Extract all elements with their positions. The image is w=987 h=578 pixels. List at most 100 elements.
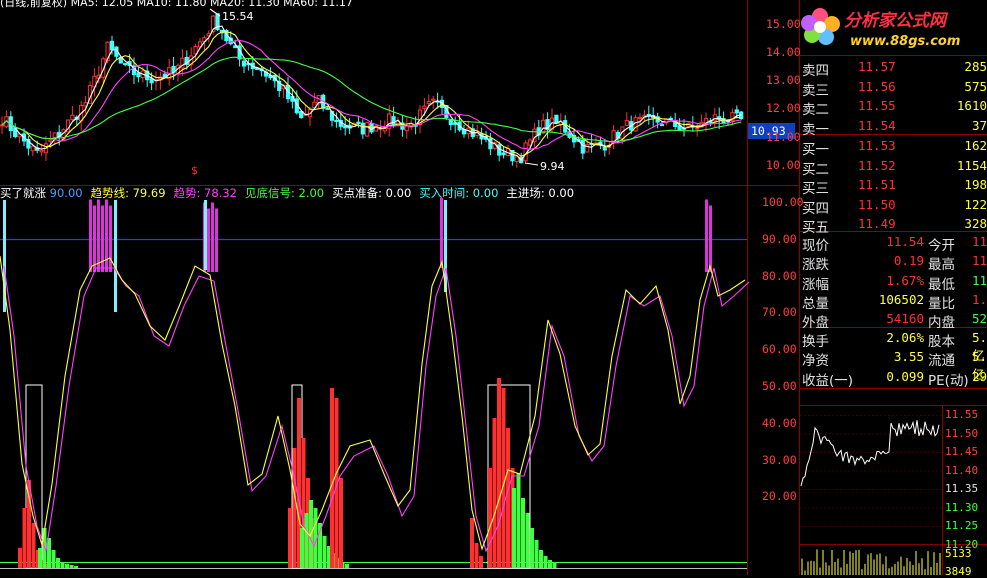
candle [501,146,506,159]
candle [114,46,119,61]
bottom-signal-bar [479,556,483,568]
candle [558,113,563,134]
bottom-signal-bar [516,473,521,568]
quote-label: 最低 [928,276,955,293]
legend-value: 2.00 [294,186,325,200]
quote-label: PE(动) [928,372,969,389]
bottom-signal-bar [530,528,534,568]
candle [307,107,313,127]
bottom-signal-bar [552,563,557,568]
quote-value: 11.54 [886,234,924,249]
quote-row: 现价 11.54 今开 11.38 [800,233,987,254]
y-tick-label: 100.00 [762,195,804,209]
ask-row: 卖三 11.56 575 [800,78,987,99]
bottom-signal-bar [501,388,506,568]
quote-row: 净资3.55流通5.17亿 [800,348,987,382]
bottom-signal-bar [51,550,56,568]
level-label: 买三 [802,181,829,197]
level-price: 11.51 [858,177,896,192]
quote-label: 流通 [928,353,955,370]
level-label: 卖一 [802,121,829,138]
y-tick-label: 14.00 [766,44,801,59]
level-price: 11.52 [858,157,896,173]
bid-row: 买一 11.53 162 [800,137,987,158]
bottom-signal-bar [38,548,42,568]
legend-item: 趋势线: 79.69 [91,186,166,200]
trend-signal-bar [215,208,218,272]
level-label: 卖三 [802,82,829,99]
candle [712,108,717,128]
quote-row: 总量 106502量比 1.21 [800,291,987,312]
quote-value: 1.21 [972,291,987,307]
volume-tick-label: 3849 [945,565,972,578]
minute-tick-label: 11.35 [945,482,979,495]
legend-value: 79.69 [128,186,166,200]
legend-label: 趋势: [173,186,201,200]
candle [646,105,651,125]
level-label: 卖二 [802,102,829,118]
candle [532,123,537,148]
legend-value: 0.00 [544,186,575,200]
quote-value: 0.099 [886,368,924,384]
legend-value: 0.00 [382,186,412,200]
legend-label: 买了就涨 [0,186,46,200]
quote-row: 收益(一) 0.099PE(动)29.1 [800,368,987,389]
legend-value: 78.32 [200,186,237,200]
candle [259,66,264,77]
quote-label: 涨幅 [802,276,829,293]
y-tick-label: 80.00 [762,268,797,283]
quote-label: 净资 [802,353,829,370]
candle [541,113,546,135]
bottom-signal-bar [525,513,530,568]
candle [695,122,700,137]
high-price-marker: 15.54 [222,10,254,23]
buy-signal-bar [204,200,207,270]
bottom-signal-bar [27,480,31,568]
trend-signal-bar [211,202,214,272]
trend-signal-bar [440,198,443,268]
legend-label: 买入时间: [419,186,470,200]
quote-row: 外盘54160内盘52342 [800,310,987,331]
level-label: 卖四 [802,63,829,79]
quote-value: 11.55 [972,253,987,269]
dollar-signal-marker: $ [191,164,198,177]
quote-value: 1.67% [886,272,924,288]
y-tick-label: 70.00 [762,305,797,320]
legend-item: 趋势: 78.32 [174,186,237,200]
level-volume: 328 [964,216,987,231]
quote-row: 涨跌 0.19最高 11.55 [800,252,987,273]
level-volume: 37 [971,117,987,133]
bottom-signal-bar [22,508,27,568]
logo-title: 分析家公式网 [844,11,946,31]
ask-row: 卖二 11.55 1610 [800,97,987,118]
quote-value: 29.1 [972,368,987,384]
quote-label: 总量 [802,295,829,312]
candle [193,43,198,61]
quote-value: 11.33 [972,272,987,288]
level-price: 11.57 [858,59,896,74]
level-volume: 285 [964,59,987,74]
candle [642,109,647,122]
candle [0,116,5,135]
legend-label: 买点准备: [332,186,382,200]
level-price: 11.54 [858,117,896,133]
legend-item: 主进场: 0.00 [506,186,574,200]
legend-label: 趋势线: [90,186,129,200]
candle [26,135,31,156]
legend-item: 买点准备: 0.00 [332,186,411,200]
moving-average-lines [1,8,742,166]
quote-value: 3.55 [893,349,924,365]
legend-item: 买了就涨 90.00 [0,186,83,200]
bottom-signal-bar [31,523,36,568]
legend-value: 90.00 [46,186,83,200]
level-label: 买四 [802,200,829,217]
quote-label: 收益(一) [802,372,854,389]
bottom-signal-bar [512,488,516,568]
candle [690,116,695,132]
bottom-signal-bar [288,508,292,568]
y-tick-label: 20.00 [762,489,797,504]
bottom-signal-bar [322,536,327,568]
volume-tick-label: 5133 [945,547,972,560]
level-volume: 198 [964,177,987,192]
bottom-signal-bar [543,556,548,568]
